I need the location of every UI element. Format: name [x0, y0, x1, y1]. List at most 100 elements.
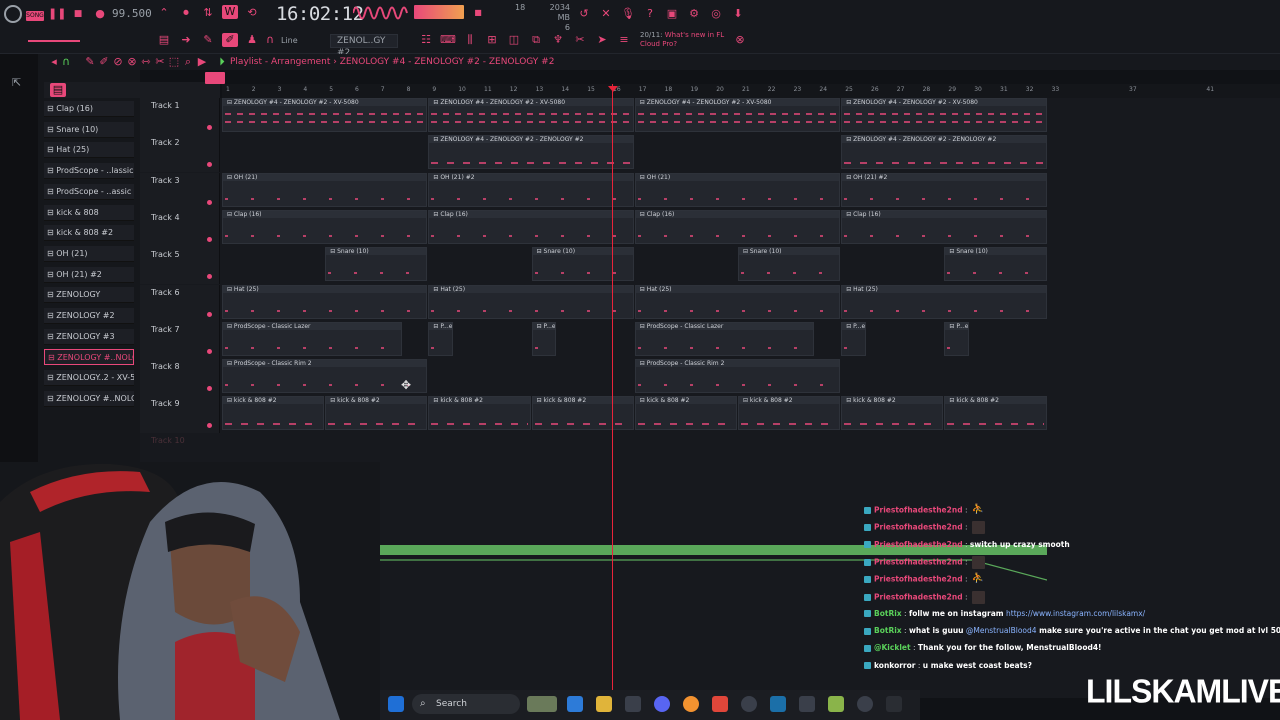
close-mixer-icon[interactable]: ✕ [598, 7, 614, 21]
pattern-list-icon[interactable]: ▤ [50, 83, 66, 97]
pattern-clip[interactable]: ⊟ ZENOLOGY #4 - ZENOLOGY #2 - ZENOLOGY #… [428, 135, 634, 170]
pattern-clip[interactable]: ⊟ Clap (16) [428, 209, 634, 244]
wait-icon[interactable]: ⏺ [178, 6, 194, 20]
pattern-clip[interactable]: ⊟ Hat (25) [634, 284, 841, 319]
channel-item[interactable]: ⊟ ZENOLOGY #2 [44, 308, 134, 324]
track-header[interactable]: Track 4 [140, 209, 220, 247]
pattern-clip[interactable]: ⊟ ZENOLOGY #4 - ZENOLOGY #2 - XV-5080 [428, 98, 634, 132]
track-header[interactable]: Track 8 [140, 359, 220, 397]
brave-icon[interactable] [712, 696, 728, 712]
pause-icon[interactable]: ❚❚ [48, 7, 66, 21]
chat-username[interactable]: BotRix [874, 609, 902, 618]
track-mute-dot[interactable] [207, 348, 212, 354]
windows-start-icon[interactable] [388, 696, 404, 712]
channel-item[interactable]: ⊟ kick & 808 [44, 204, 134, 221]
pattern-clip[interactable]: ⊟ kick & 808 #2 [634, 396, 737, 431]
chat-icon[interactable]: ◎ [708, 7, 724, 21]
pattern-clip[interactable]: ⊟ OH (21) #2 [841, 172, 1047, 207]
app-icon[interactable] [799, 696, 815, 712]
download-icon[interactable]: ⬇ [730, 7, 746, 21]
track-header[interactable]: Track 2 [140, 135, 220, 173]
news-icon[interactable]: ≡ [616, 33, 632, 47]
metronome-icon[interactable]: ⌃ [156, 6, 172, 20]
track-mute-dot[interactable] [207, 423, 212, 429]
pattern-clip[interactable]: ⊟ kick & 808 #2 [738, 396, 841, 431]
play-tool-icon[interactable]: ▶ [194, 55, 210, 69]
pattern-clip[interactable]: ⊟ P...er [428, 321, 454, 356]
taskbar-search[interactable]: ⌕ Search [412, 694, 520, 714]
paint-icon[interactable]: ✐ [222, 33, 238, 47]
channel-item[interactable]: ⊟ ProdScope - ..assic Rim 2 [44, 183, 134, 200]
pattern-clip[interactable]: ⊟ ZENOLOGY #4 - ZENOLOGY #2 - XV-5080 [841, 98, 1047, 132]
chat-username[interactable]: BotRix [874, 626, 902, 635]
stop-icon[interactable]: ■ [70, 7, 86, 21]
pattern-clip[interactable]: ⊟ kick & 808 #2 [325, 396, 428, 431]
track-mute-dot[interactable] [207, 274, 212, 280]
track-header[interactable]: Track 3 [140, 172, 220, 210]
chat-username[interactable]: Priestofhadesthe2nd [874, 540, 963, 549]
channel-item[interactable]: ⊟ ZENOLOGY #3 [44, 328, 134, 345]
track-lane[interactable]: ⊟ Hat (25) ⊟ Hat (25) ⊟ Hat (25) ⊟ Hat (25) [222, 284, 1050, 322]
pattern-clip[interactable]: ⊟ ProdScope - Classic Lazer [222, 321, 402, 356]
track-header[interactable]: Track 1 [140, 98, 220, 135]
track-header[interactable]: Track 7 [140, 321, 220, 359]
pencil-icon[interactable]: ✎ [200, 33, 216, 47]
tempo-display[interactable]: 99.500 [112, 7, 152, 20]
send-icon[interactable]: ➤ [594, 33, 610, 47]
pattern-clip[interactable]: ⊟ OH (21) [222, 172, 428, 207]
copilot-icon[interactable] [567, 696, 583, 712]
channel-item[interactable]: ⊟ kick & 808 #2 [44, 225, 134, 242]
channel-item[interactable]: ⊟ OH (21) [44, 245, 134, 262]
track-mute-dot[interactable] [207, 199, 212, 205]
loop-record-icon[interactable]: ⟲ [244, 6, 260, 20]
pattern-clip[interactable]: ⊟ Clap (16) [841, 209, 1047, 244]
account-icon[interactable]: ⊗ [732, 33, 748, 47]
steam-icon[interactable] [770, 696, 786, 712]
pattern-clip[interactable]: ⊟ P...er [531, 321, 557, 356]
chat-username[interactable]: @Kicklet [874, 643, 911, 652]
track-lane[interactable]: ⊟ Snare (10) ⊟ Snare (10) ⊟ Snare (10) ⊟ Sn… [222, 247, 1050, 284]
track-lane[interactable]: ⊟ ZENOLOGY #4 - ZENOLOGY #2 - ZENOLOGY #… [222, 135, 1050, 172]
pattern-clip[interactable]: ⊟ Hat (25) [841, 284, 1047, 319]
widgets-icon[interactable] [527, 696, 557, 712]
countdown-icon[interactable]: ⇅ [200, 6, 216, 20]
pattern-selector[interactable]: ZENOL..GY #2 [330, 34, 398, 58]
discord-icon[interactable] [654, 696, 670, 712]
track-lane[interactable]: ⊟ ZENOLOGY #4 - ZENOLOGY #2 - XV-5080 ⊟ Z… [222, 98, 1050, 135]
tools-icon[interactable]: ✂ [572, 33, 588, 47]
track-header[interactable]: Track 5 [140, 247, 220, 285]
track-header[interactable]: Track 9 [140, 396, 220, 434]
pattern-clip[interactable]: ⊟ kick & 808 #2 [841, 396, 944, 431]
pattern-clip[interactable]: ⊟ ZENOLOGY #4 - ZENOLOGY #2 - XV-5080 [222, 98, 428, 132]
magnet-snap-icon[interactable]: ∩ [58, 55, 74, 69]
playhead-line[interactable] [612, 84, 613, 690]
track-lane[interactable]: ⊟ ProdScope - Classic Lazer ⊟ P...er ⊟ P..… [222, 321, 1050, 359]
pattern-clip[interactable]: ⊟ Clap (16) [634, 209, 841, 244]
plugin-database-icon[interactable]: ◫ [506, 33, 522, 47]
fl-studio-taskbar-icon[interactable] [683, 696, 699, 712]
pattern-clip[interactable]: ⊟ ProdScope - Classic Lazer [634, 321, 815, 356]
paste-icon[interactable]: ⧉ [528, 33, 544, 47]
pattern-clip[interactable]: ⊟ Snare (10) [325, 247, 428, 282]
channel-item[interactable]: ⊟ Snare (10) [44, 121, 134, 138]
browser-icon[interactable]: ⊞ [484, 33, 500, 47]
channel-item[interactable]: ⊟ ZENOLOGY #..NOLOGY #3 [44, 390, 134, 407]
channel-item[interactable]: ⊟ Clap (16) [44, 101, 134, 117]
undo-icon[interactable]: ↺ [576, 7, 592, 21]
chat-username[interactable]: Priestofhadesthe2nd [874, 523, 963, 532]
file-explorer-icon[interactable] [596, 696, 612, 712]
pattern-clip[interactable]: ⊟ OH (21) #2 [428, 172, 634, 207]
pattern-clip[interactable]: ⊟ kick & 808 #2 [944, 396, 1047, 431]
capcut-icon[interactable] [886, 696, 902, 712]
pattern-clip[interactable]: ⊟ kick & 808 #2 [428, 396, 531, 431]
mic-icon[interactable]: 🎙 [620, 7, 636, 21]
channel-item[interactable]: ⊟ ProdScope - ..lassic Lazer [44, 163, 134, 180]
channel-item[interactable]: ⊟ OH (21) #2 [44, 266, 134, 283]
track-mute-dot[interactable] [207, 236, 212, 242]
track-header[interactable]: Track 6 [140, 284, 220, 322]
pattern-clip[interactable]: ⊟ ZENOLOGY #4 - ZENOLOGY #2 - XV-5080 [634, 98, 841, 132]
pattern-clip[interactable]: ⊟ kick & 808 #2 [222, 396, 325, 431]
arrow-right-icon[interactable]: ➜ [178, 33, 194, 47]
pattern-clip[interactable]: ⊟ ProdScope - Classic Rim 2 [222, 359, 428, 394]
obs-icon[interactable] [741, 696, 757, 712]
